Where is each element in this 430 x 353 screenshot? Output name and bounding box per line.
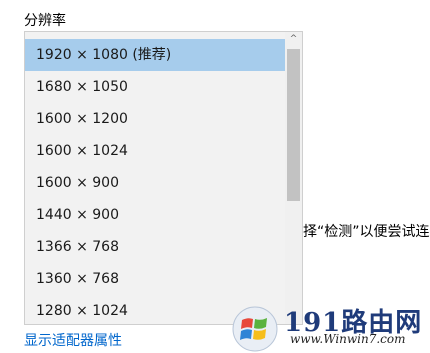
display-adapter-properties-link[interactable]: 显示适配器属性 (24, 330, 122, 350)
watermark-brand-text: 191路由网 (284, 308, 423, 338)
resolution-option-1440x900[interactable]: 1440 × 900 (25, 199, 286, 231)
resolution-dropdown-list[interactable]: 1920 × 1080 (推荐) 1680 × 1050 1600 × 1200… (24, 31, 303, 325)
resolution-option-1600x1200[interactable]: 1600 × 1200 (25, 103, 286, 135)
resolution-option-1600x1024[interactable]: 1600 × 1024 (25, 135, 286, 167)
site-watermark: 191路由网 www.Winwin7.com (232, 302, 430, 353)
dropdown-scrollbar[interactable]: ^ (285, 32, 302, 324)
resolution-label: 分辨率 (24, 13, 66, 29)
resolution-option-1920x1080[interactable]: 1920 × 1080 (推荐) (25, 39, 286, 71)
resolution-options: 1920 × 1080 (推荐) 1680 × 1050 1600 × 1200… (25, 39, 286, 324)
resolution-option-1366x768[interactable]: 1366 × 768 (25, 231, 286, 263)
watermark-url-text: www.Winwin7.com (290, 332, 406, 346)
resolution-option-1360x768[interactable]: 1360 × 768 (25, 263, 286, 295)
detect-hint-text: 择“检测”以便尝试连接 (303, 224, 430, 240)
scroll-up-arrow-icon[interactable]: ^ (285, 32, 302, 47)
display-settings-page: 分辨率 择“检测”以便尝试连接 显示适配器属性 1920 × 1080 (推荐)… (0, 0, 430, 353)
resolution-option-1680x1050[interactable]: 1680 × 1050 (25, 71, 286, 103)
windows-logo-icon (232, 306, 278, 352)
scrollbar-thumb[interactable] (287, 49, 300, 201)
resolution-option-1600x900[interactable]: 1600 × 900 (25, 167, 286, 199)
